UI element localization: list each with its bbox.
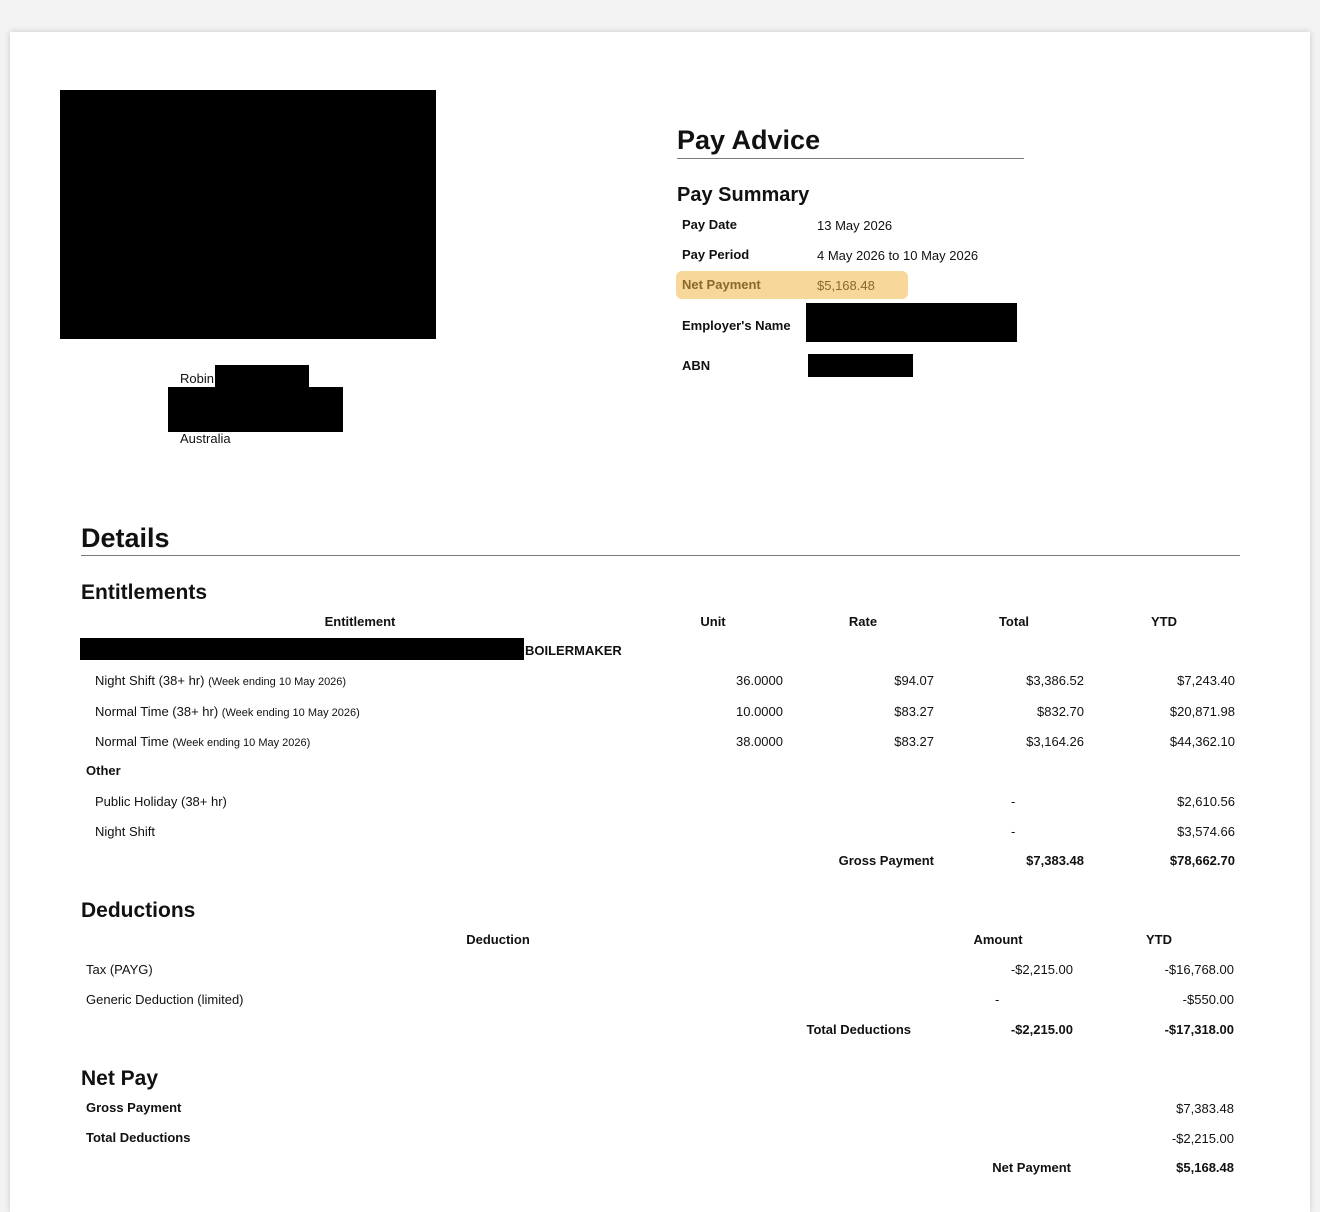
pay-date-label: Pay Date xyxy=(682,217,737,232)
deductions-title: Deductions xyxy=(81,899,196,922)
total-deductions-ytd: -$17,318.00 xyxy=(1164,1022,1234,1037)
gross-payment-ytd: $78,662.70 xyxy=(1169,853,1235,868)
entitlement-rate: $83.27 xyxy=(894,734,934,749)
entitlement-ytd: $20,871.98 xyxy=(1169,704,1235,719)
net-pay-net-value: $5,168.48 xyxy=(1176,1160,1234,1175)
entitlement-ytd: $44,362.10 xyxy=(1169,734,1235,749)
other-entitlement-total: - xyxy=(1011,794,1016,809)
other-entitlement-ytd: $3,574.66 xyxy=(1177,824,1235,839)
other-entitlement-name: Public Holiday (38+ hr) xyxy=(95,794,227,809)
entitlements-title: Entitlements xyxy=(81,581,208,604)
page-title: Pay Advice xyxy=(677,125,821,155)
deduction-ytd-column-header: YTD xyxy=(1146,932,1172,947)
abn-label: ABN xyxy=(682,358,711,373)
employer-name-label: Employer's Name xyxy=(682,318,791,333)
gross-payment-total: $7,383.48 xyxy=(1026,853,1084,868)
entitlement-unit: 10.0000 xyxy=(736,704,783,719)
redacted-group-name xyxy=(80,638,524,660)
deduction-column-header: Deduction xyxy=(466,932,530,947)
address-country: Australia xyxy=(180,431,231,446)
details-title: Details xyxy=(81,523,170,553)
redacted-surname xyxy=(215,365,309,389)
entitlement-note: (Week ending 10 May 2026) xyxy=(221,707,360,719)
total-deductions-amount: -$2,215.00 xyxy=(1010,1022,1073,1037)
redacted-employer-name xyxy=(806,303,1017,342)
entitlement-rate: $94.07 xyxy=(894,673,934,688)
deduction-ytd: -$16,768.00 xyxy=(1164,962,1234,977)
title-divider xyxy=(677,158,1024,159)
total-column-header: Total xyxy=(998,614,1030,629)
amount-column-header: Amount xyxy=(973,932,1023,947)
redacted-logo-block xyxy=(60,90,436,339)
entitlement-total: $832.70 xyxy=(1037,704,1084,719)
rate-column-header: Rate xyxy=(848,614,878,629)
net-pay-deductions-value: -$2,215.00 xyxy=(1171,1131,1234,1146)
net-pay-title: Net Pay xyxy=(81,1067,159,1090)
entitlement-note: (Week ending 10 May 2026) xyxy=(208,676,347,688)
net-pay-net-label: Net Payment xyxy=(992,1160,1071,1175)
entitlement-name-text: Normal Time (38+ hr) xyxy=(95,704,219,719)
net-pay-deductions-label: Total Deductions xyxy=(86,1130,191,1145)
other-entitlement-total: - xyxy=(1011,824,1016,839)
deduction-ytd: -$550.00 xyxy=(1182,992,1234,1007)
net-pay-gross-value: $7,383.48 xyxy=(1176,1101,1234,1116)
entitlement-name-text: Normal Time xyxy=(95,734,169,749)
entitlement-name: Normal Time (Week ending 10 May 2026) xyxy=(95,734,310,749)
net-payment-label: Net Payment xyxy=(682,277,761,292)
pay-summary-title: Pay Summary xyxy=(677,184,810,206)
entitlement-unit: 36.0000 xyxy=(736,673,783,688)
entitlement-name: Night Shift (38+ hr) (Week ending 10 May… xyxy=(95,673,346,688)
deduction-amount: -$2,215.00 xyxy=(1010,962,1073,977)
deduction-amount: - xyxy=(995,992,1000,1007)
entitlement-ytd: $7,243.40 xyxy=(1177,673,1235,688)
address-name: Robin xyxy=(180,371,214,386)
entitlement-rate: $83.27 xyxy=(894,704,934,719)
ytd-column-header: YTD xyxy=(1151,614,1177,629)
entitlement-unit: 38.0000 xyxy=(736,734,783,749)
pay-date-value: 13 May 2026 xyxy=(817,218,893,233)
unit-column-header: Unit xyxy=(700,614,726,629)
entitlement-group-label: BOILERMAKER xyxy=(525,643,622,658)
entitlement-total: $3,164.26 xyxy=(1026,734,1084,749)
other-entitlement-ytd: $2,610.56 xyxy=(1177,794,1235,809)
net-pay-gross-label: Gross Payment xyxy=(86,1100,182,1115)
net-payment-value: $5,168.48 xyxy=(817,278,875,293)
pay-period-value: 4 May 2026 to 10 May 2026 xyxy=(817,248,979,263)
entitlement-note: (Week ending 10 May 2026) xyxy=(172,737,311,749)
other-group-label: Other xyxy=(86,763,121,778)
entitlement-column-header: Entitlement xyxy=(324,614,396,629)
redacted-address xyxy=(168,387,343,432)
entitlement-total: $3,386.52 xyxy=(1026,673,1084,688)
total-deductions-label: Total Deductions xyxy=(806,1022,911,1037)
redacted-abn xyxy=(808,354,913,377)
details-divider xyxy=(81,555,1240,556)
gross-payment-label: Gross Payment xyxy=(838,853,934,868)
deduction-name: Generic Deduction (limited) xyxy=(86,992,244,1007)
deduction-name: Tax (PAYG) xyxy=(86,962,153,977)
pay-period-label: Pay Period xyxy=(682,247,750,262)
other-entitlement-name: Night Shift xyxy=(95,824,155,839)
entitlement-name: Normal Time (38+ hr) (Week ending 10 May… xyxy=(95,704,360,719)
entitlement-name-text: Night Shift (38+ hr) xyxy=(95,673,205,688)
